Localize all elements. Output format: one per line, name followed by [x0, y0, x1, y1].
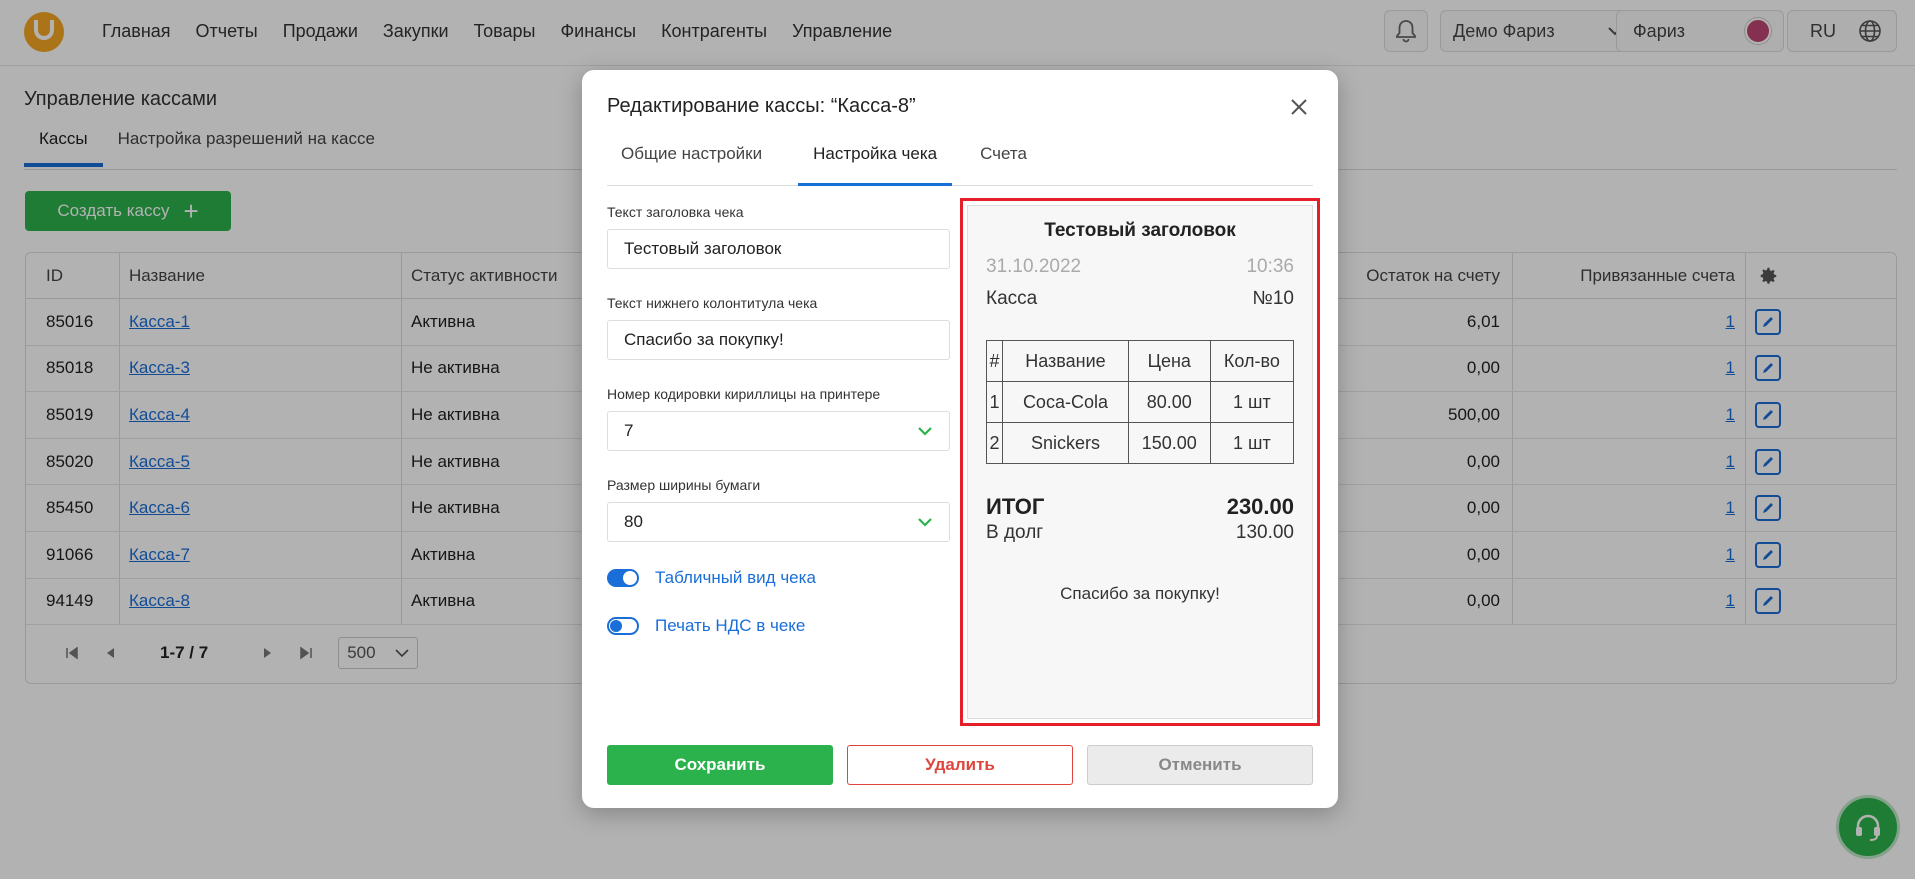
receipt-total-label: ИТОГ [986, 494, 1045, 519]
receipt-header-label: Текст заголовка чека [607, 204, 744, 220]
chevron-down-icon [918, 518, 932, 527]
receipt-preview-highlight: Тестовый заголовок 31.10.2022 10:36 Касс… [960, 198, 1320, 726]
receipt-item-row: 2 Snickers 150.00 1 шт [985, 422, 1295, 464]
receipt-col-number: # [985, 340, 1004, 382]
receipt-register-label: Касса [986, 288, 1038, 309]
codepage-value: 7 [624, 421, 634, 440]
tab-receipt-settings[interactable]: Настройка чека [798, 144, 953, 186]
paper-width-label: Размер ширины бумаги [607, 477, 761, 493]
receipt-date: 31.10.2022 [986, 256, 1082, 277]
receipt-item-row: 1 Coca-Cola 80.00 1 шт [985, 381, 1295, 423]
delete-button[interactable]: Удалить [847, 745, 1073, 785]
receipt-item-price: 150.00 [1127, 422, 1211, 464]
receipt-col-qty: Кол-во [1209, 340, 1295, 382]
receipt-register-number: №10 [1252, 288, 1294, 309]
tab-general-settings[interactable]: Общие настройки [607, 144, 776, 186]
receipt-debt: В долг 130.00 [986, 522, 1294, 544]
receipt-time: 10:36 [1246, 256, 1294, 277]
receipt-footer: Спасибо за покупку! [1060, 584, 1220, 603]
receipt-total: ИТОГ 230.00 [986, 494, 1294, 520]
receipt-item-qty: 1 шт [1209, 422, 1295, 464]
receipt-footer-input[interactable]: Спасибо за покупку! [607, 320, 950, 360]
receipt-item-number: 2 [985, 422, 1004, 464]
modal-title: Редактирование кассы: “Касса-8” [607, 95, 916, 117]
receipt-settings-form: Текст заголовка чека Тестовый заголовок … [607, 204, 950, 664]
codepage-select[interactable]: 7 [607, 411, 950, 451]
close-icon[interactable] [1288, 96, 1310, 118]
receipt-preview: Тестовый заголовок 31.10.2022 10:36 Касс… [967, 205, 1313, 719]
receipt-table-header: # Название Цена Кол-во [985, 340, 1295, 382]
chevron-down-icon [918, 427, 932, 436]
receipt-items-table: # Название Цена Кол-во 1 Coca-Cola 80.00… [985, 340, 1295, 464]
table-view-toggle-row: Табличный вид чека [607, 568, 950, 588]
receipt-item-name: Coca-Cola [1002, 381, 1129, 423]
paper-width-select[interactable]: 80 [607, 502, 950, 542]
receipt-item-qty: 1 шт [1209, 381, 1295, 423]
receipt-debt-value: 130.00 [1235, 522, 1294, 543]
save-button[interactable]: Сохранить [607, 745, 833, 785]
print-vat-toggle-row: Печать НДС в чеке [607, 616, 950, 636]
receipt-col-price: Цена [1127, 340, 1211, 382]
receipt-item-number: 1 [985, 381, 1004, 423]
page: Главная Отчеты Продажи Закупки Товары Фи… [0, 0, 1915, 879]
print-vat-label[interactable]: Печать НДС в чеке [655, 616, 805, 636]
paper-width-value: 80 [624, 512, 643, 531]
receipt-datetime: 31.10.2022 10:36 [986, 256, 1294, 278]
receipt-header: Тестовый заголовок [1044, 220, 1236, 241]
print-vat-toggle[interactable] [607, 617, 639, 635]
receipt-footer-label: Текст нижнего колонтитула чека [607, 295, 818, 311]
receipt-register: Касса №10 [986, 288, 1294, 310]
cancel-button[interactable]: Отменить [1087, 745, 1313, 785]
receipt-col-name: Название [1002, 340, 1129, 382]
edit-register-modal: Редактирование кассы: “Касса-8” Общие на… [582, 70, 1338, 808]
codepage-label: Номер кодировки кириллицы на принтере [607, 386, 881, 402]
receipt-item-price: 80.00 [1127, 381, 1211, 423]
receipt-item-name: Snickers [1002, 422, 1129, 464]
tab-accounts[interactable]: Счета [966, 144, 1041, 186]
table-view-toggle[interactable] [607, 569, 639, 587]
modal-tabs: Общие настройки Настройка чека Счета [607, 144, 1313, 186]
receipt-header-input[interactable]: Тестовый заголовок [607, 229, 950, 269]
receipt-debt-label: В долг [986, 522, 1044, 543]
receipt-total-value: 230.00 [1226, 494, 1294, 519]
table-view-label[interactable]: Табличный вид чека [655, 568, 816, 588]
